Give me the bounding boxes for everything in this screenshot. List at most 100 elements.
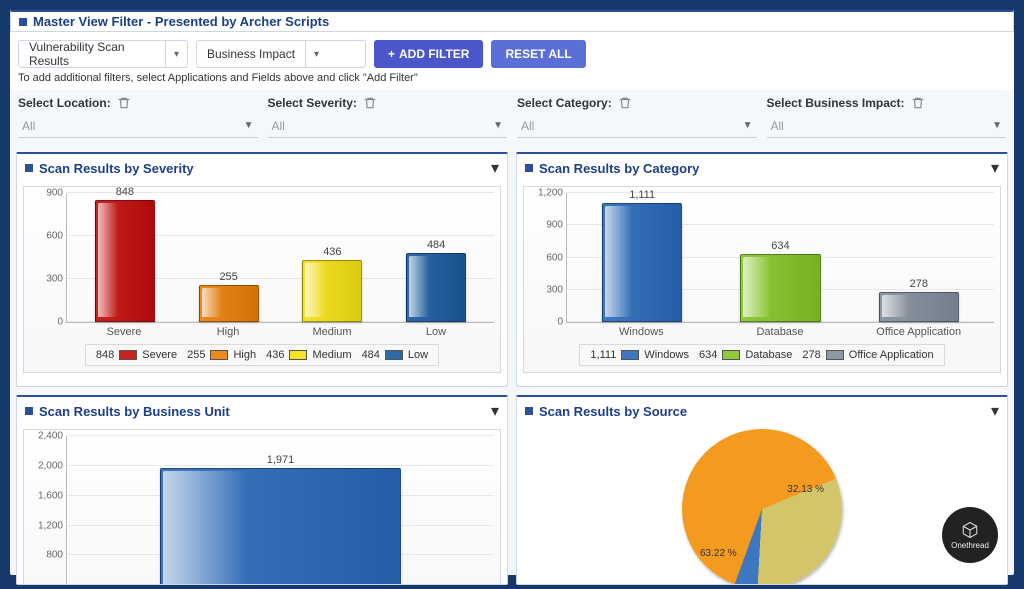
legend-label: Windows — [644, 349, 689, 361]
bar-value-label: 484 — [427, 239, 445, 251]
chevron-down-icon: ▼ — [743, 120, 753, 131]
filter-toolbar: Vulnerability Scan Results ▾ Business Im… — [10, 32, 1014, 72]
panel-title: Scan Results by Category — [539, 161, 699, 176]
trash-icon[interactable] — [363, 96, 377, 110]
legend-value: 634 — [699, 349, 717, 361]
selector-field[interactable]: All ▼ — [517, 114, 757, 138]
panel-title: Scan Results by Source — [539, 404, 687, 419]
applications-combo[interactable]: Vulnerability Scan Results ▾ — [18, 40, 188, 68]
reset-all-button[interactable]: RESET ALL — [491, 40, 585, 68]
legend-item: 634Database — [699, 349, 792, 361]
panel-bullet-icon — [25, 164, 33, 172]
cube-icon — [961, 521, 979, 539]
panel-bullet-icon — [525, 164, 533, 172]
legend-item: 848 Severe — [96, 349, 177, 361]
legend-label: High — [233, 349, 256, 361]
selector-value: All — [272, 119, 285, 133]
add-filter-label: ADD FILTER — [399, 47, 469, 61]
trash-icon[interactable] — [117, 96, 131, 110]
bar-value-label: 255 — [219, 271, 237, 283]
bar-value-label: 634 — [771, 240, 789, 252]
bar-value-label: 436 — [323, 246, 341, 258]
panel-menu-button[interactable]: ▾ — [491, 158, 499, 178]
selector: Select Category: All ▼ — [517, 96, 757, 138]
x-category: Windows — [619, 326, 664, 338]
app-shell: Master View Filter - Presented by Archer… — [10, 10, 1014, 575]
legend-label: Severe — [142, 349, 177, 361]
selector: Select Severity: All ▼ — [268, 96, 508, 138]
legend-swatch-icon — [621, 350, 639, 360]
bar: 1,971 — [73, 468, 488, 585]
panel-severity: Scan Results by Severity ▾ 0300600900848… — [16, 152, 508, 387]
fields-combo-value: Business Impact — [197, 47, 305, 61]
legend-value: 848 — [96, 349, 114, 361]
selector-value: All — [22, 119, 35, 133]
legend-label: Office Application — [849, 349, 934, 361]
category-chart: 03006009001,2001,111 634 278 WindowsData… — [523, 186, 1001, 373]
panel-source: Scan Results by Source ▾ 63.22 % 32.13 % — [516, 395, 1008, 585]
pie-slice-label: 32.13 % — [787, 484, 824, 495]
selector-label: Select Severity: — [268, 96, 508, 110]
selector-field[interactable]: All ▼ — [268, 114, 508, 138]
bar: 278 — [850, 292, 988, 322]
bar: 436 — [281, 260, 385, 322]
legend-item: 484Low — [362, 349, 429, 361]
selectors-row: Select Location: All ▼ Select Severity: … — [10, 90, 1014, 148]
selector-field[interactable]: All ▼ — [767, 114, 1007, 138]
bar: 255 — [177, 285, 281, 322]
brand-badge: Onethread — [942, 507, 998, 563]
fields-combo[interactable]: Business Impact ▾ — [196, 40, 366, 68]
legend-label: Low — [408, 349, 428, 361]
legend-item: 255 High — [187, 349, 256, 361]
panel-menu-button[interactable]: ▾ — [991, 158, 999, 178]
legend-item: 278Office Application — [802, 349, 933, 361]
panel-category: Scan Results by Category ▾ 03006009001,2… — [516, 152, 1008, 387]
legend-swatch-icon — [210, 350, 228, 360]
chevron-down-icon: ▾ — [305, 41, 327, 67]
panel-menu-button[interactable]: ▾ — [491, 401, 499, 421]
legend-value: 255 — [187, 349, 205, 361]
bar: 484 — [384, 253, 488, 322]
chevron-down-icon: ▾ — [165, 41, 187, 67]
x-category: Low — [426, 326, 446, 338]
selector-value: All — [771, 119, 784, 133]
selector-label: Select Business Impact: — [767, 96, 1007, 110]
x-category: Office Application — [876, 326, 961, 338]
bar-value-label: 848 — [116, 186, 134, 198]
panels-grid: Scan Results by Severity ▾ 0300600900848… — [10, 148, 1014, 589]
filter-hint: To add additional filters, select Applic… — [10, 72, 1014, 90]
legend-swatch-icon — [385, 350, 403, 360]
add-filter-button[interactable]: + ADD FILTER — [374, 40, 483, 68]
panel-title: Scan Results by Severity — [39, 161, 194, 176]
legend-label: Medium — [312, 349, 351, 361]
x-category: Database — [756, 326, 803, 338]
reset-all-label: RESET ALL — [505, 47, 571, 61]
pie-slice-label: 63.22 % — [700, 548, 737, 559]
selector-value: All — [521, 119, 534, 133]
legend-swatch-icon — [119, 350, 137, 360]
plus-icon: + — [388, 47, 395, 61]
x-category: High — [217, 326, 240, 338]
selector-field[interactable]: All ▼ — [18, 114, 258, 138]
bar-value-label: 1,111 — [629, 189, 655, 201]
x-category: Severe — [107, 326, 142, 338]
applications-combo-value: Vulnerability Scan Results — [19, 40, 165, 68]
x-category: Medium — [312, 326, 351, 338]
legend-swatch-icon — [826, 350, 844, 360]
source-chart: 63.22 % 32.13 % — [517, 425, 1007, 585]
panel-title: Scan Results by Business Unit — [39, 404, 230, 419]
selector-label: Select Category: — [517, 96, 757, 110]
trash-icon[interactable] — [618, 96, 632, 110]
trash-icon[interactable] — [911, 96, 925, 110]
chevron-down-icon: ▼ — [992, 120, 1002, 131]
panel-menu-button[interactable]: ▾ — [991, 401, 999, 421]
legend-item: 1,111Windows — [590, 349, 689, 361]
header-title: Master View Filter - Presented by Archer… — [33, 14, 329, 29]
selector: Select Business Impact: All ▼ — [767, 96, 1007, 138]
selector-label: Select Location: — [18, 96, 258, 110]
legend-item: 436Medium — [266, 349, 351, 361]
header-bullet-icon — [19, 18, 27, 26]
panel-bullet-icon — [525, 407, 533, 415]
bar: 848 — [73, 200, 177, 322]
brand-label: Onethread — [951, 541, 989, 550]
